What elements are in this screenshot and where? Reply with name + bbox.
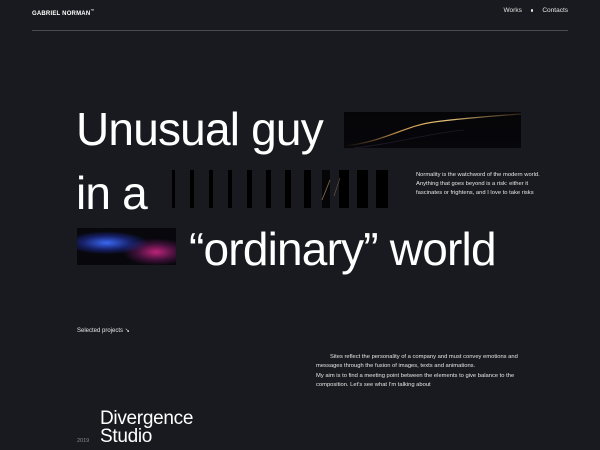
nav-separator-dot — [530, 9, 534, 12]
intro-paragraph-1: Sites reflect the personality of a compa… — [316, 354, 518, 370]
hero-image-gold-curve — [344, 112, 521, 148]
nav-works-link[interactable]: Works — [504, 7, 522, 14]
project-year: 2019 — [77, 438, 90, 444]
selected-projects-label: Selected projects ↘ — [77, 328, 130, 334]
brand-trademark: ™ — [90, 8, 95, 13]
hero-image-strips — [172, 170, 395, 208]
brand-logo[interactable]: GABRIEL NORMAN™ — [32, 8, 95, 17]
project-title-line-2: Studio — [100, 426, 153, 447]
hero-line-1: Unusual guy — [76, 103, 324, 155]
hero-line-3: “ordinary” world — [189, 223, 497, 275]
project-title-link[interactable]: Divergence Studio — [100, 409, 193, 447]
site-header: GABRIEL NORMAN™ Works Contacts — [32, 0, 568, 31]
intro-text: Sites reflect the personality of a compa… — [316, 353, 522, 390]
intro-paragraph-2: My aim is to find a meeting point betwee… — [316, 372, 515, 388]
main-nav: Works Contacts — [504, 7, 568, 14]
nav-contacts-link[interactable]: Contacts — [542, 7, 568, 14]
brand-name: GABRIEL NORMAN — [32, 11, 91, 17]
hero-description: Normality is the watchword of the modern… — [416, 172, 540, 197]
hero-line-2: in a — [76, 167, 148, 219]
hero-image-gradient-blur — [77, 228, 176, 265]
